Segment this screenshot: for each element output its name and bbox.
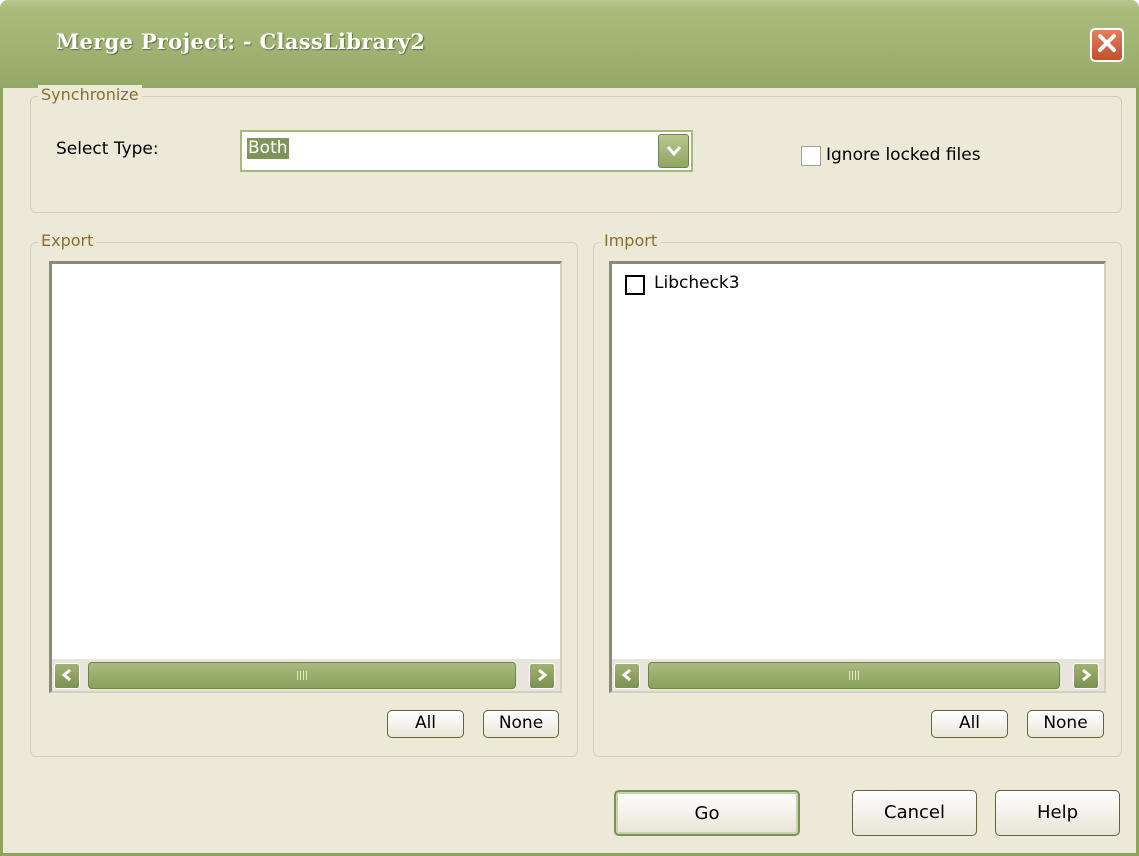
scroll-right-button[interactable]	[529, 663, 555, 689]
help-button[interactable]: Help	[995, 790, 1120, 836]
list-item-label: Libcheck3	[654, 273, 740, 293]
scroll-right-button[interactable]	[1073, 663, 1099, 689]
merge-project-dialog: Merge Project: - ClassLibrary2 Synchroni…	[0, 0, 1139, 856]
scroll-thumb[interactable]	[648, 662, 1060, 689]
export-none-button[interactable]: None	[483, 710, 559, 738]
ignore-locked-label[interactable]: Ignore locked files	[826, 145, 981, 165]
arrow-right-icon	[536, 667, 548, 686]
scroll-left-button[interactable]	[54, 663, 80, 689]
import-legend: Import	[601, 231, 661, 250]
select-type-value: Both	[247, 138, 289, 159]
go-button[interactable]: Go	[614, 790, 800, 836]
arrow-left-icon	[61, 667, 73, 686]
synchronize-legend: Synchronize	[38, 85, 142, 104]
import-horizontal-scrollbar[interactable]	[612, 659, 1104, 691]
arrow-right-icon	[1080, 667, 1092, 686]
scroll-thumb[interactable]	[88, 662, 516, 689]
export-list[interactable]	[49, 261, 562, 693]
scroll-left-button[interactable]	[614, 663, 640, 689]
select-type-label: Select Type:	[56, 139, 159, 159]
chevron-down-icon	[666, 142, 682, 161]
import-list[interactable]: Libcheck3	[609, 261, 1106, 693]
list-item[interactable]: Libcheck3	[622, 273, 822, 295]
dropdown-button[interactable]	[658, 134, 689, 168]
export-horizontal-scrollbar[interactable]	[52, 659, 560, 691]
title-bar[interactable]: Merge Project: - ClassLibrary2	[0, 0, 1139, 88]
select-type-dropdown[interactable]: Both	[240, 130, 693, 172]
ignore-locked-checkbox[interactable]	[801, 146, 821, 166]
libcheck3-checkbox[interactable]	[625, 275, 645, 295]
export-all-button[interactable]: All	[387, 710, 464, 738]
close-button[interactable]	[1090, 28, 1124, 62]
export-legend: Export	[38, 231, 97, 250]
cancel-button[interactable]: Cancel	[852, 790, 977, 836]
import-none-button[interactable]: None	[1027, 710, 1104, 738]
window-title: Merge Project: - ClassLibrary2	[56, 29, 426, 54]
import-all-button[interactable]: All	[931, 710, 1008, 738]
arrow-left-icon	[621, 667, 633, 686]
close-icon	[1096, 32, 1118, 58]
